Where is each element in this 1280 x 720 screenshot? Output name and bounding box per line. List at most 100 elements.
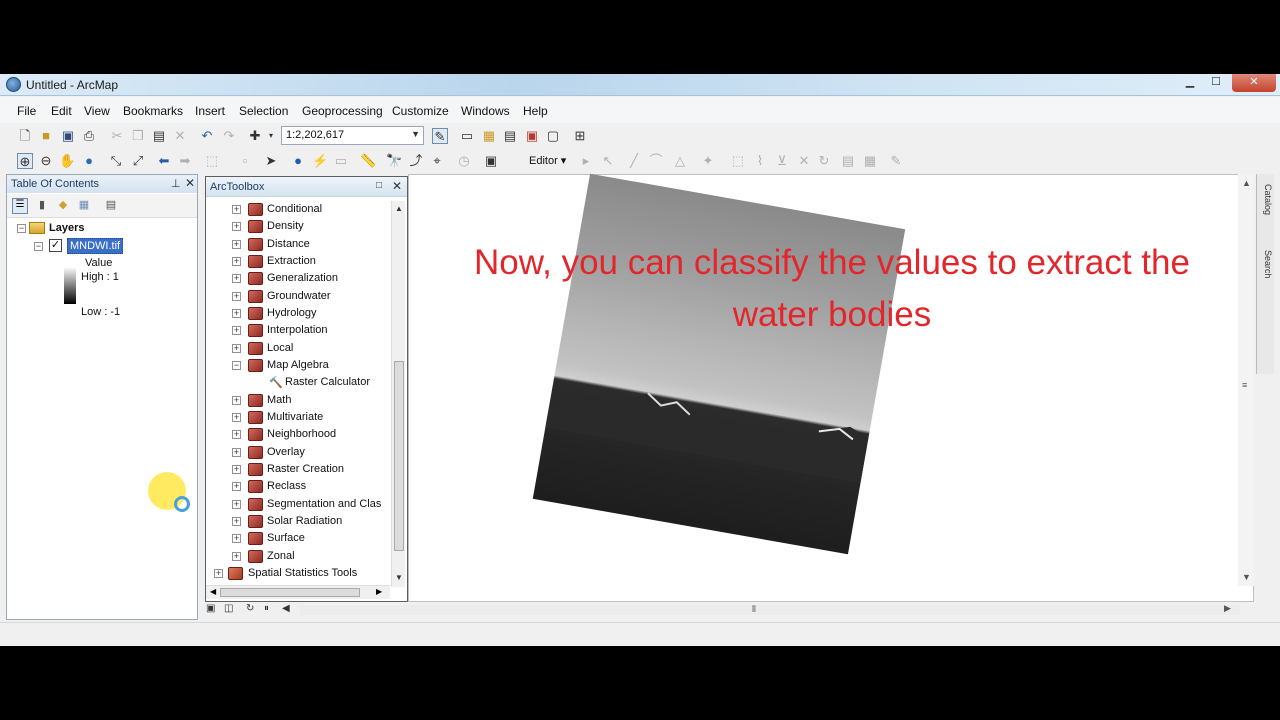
add-data-dropdown-icon[interactable]: ▾ bbox=[263, 128, 279, 144]
select-by-graphics-icon[interactable]: ⬚ bbox=[204, 153, 220, 169]
toolset-item[interactable]: + Surface bbox=[206, 530, 390, 547]
map-display[interactable]: Now, you can classify the values to extr… bbox=[408, 173, 1254, 602]
menu-geoprocessing[interactable]: Geoprocessing bbox=[302, 104, 383, 118]
expand-icon[interactable]: + bbox=[232, 500, 241, 509]
catalog-icon[interactable]: ▦ bbox=[481, 128, 497, 144]
zoom-in-icon[interactable]: ⊕ bbox=[17, 153, 33, 169]
map-vertical-scrollbar[interactable]: ▲ ≡ ▼ bbox=[1238, 174, 1254, 586]
expand-icon[interactable]: + bbox=[232, 448, 241, 457]
menu-view[interactable]: View bbox=[84, 104, 110, 118]
expand-icon[interactable]: + bbox=[232, 396, 241, 405]
menu-edit[interactable]: Edit bbox=[51, 104, 72, 118]
find-route-icon[interactable]: ⤴ bbox=[408, 153, 424, 169]
toolset-item[interactable]: + Density bbox=[206, 218, 390, 235]
data-view-icon[interactable]: ▣ bbox=[206, 603, 215, 614]
cut-icon[interactable]: ✂ bbox=[109, 128, 125, 144]
edit-tool-icon[interactable]: ▸ bbox=[578, 153, 594, 169]
expand-icon[interactable]: + bbox=[214, 569, 223, 578]
create-viewer-window-icon[interactable]: ▣ bbox=[483, 153, 499, 169]
menu-insert[interactable]: Insert bbox=[195, 104, 225, 118]
expand-icon[interactable]: + bbox=[232, 274, 241, 283]
cut-polygons-icon[interactable]: ⊻ bbox=[774, 153, 790, 169]
find-icon[interactable]: 🔭 bbox=[386, 153, 402, 169]
scrollbar-thumb[interactable] bbox=[220, 588, 360, 597]
tool-raster-calculator[interactable]: 🔨 Raster Calculator bbox=[206, 374, 390, 391]
menu-file[interactable]: File bbox=[17, 104, 36, 118]
layer-visibility-checkbox[interactable]: ✓ bbox=[49, 239, 62, 252]
close-button[interactable]: ✕ bbox=[1232, 74, 1276, 92]
expand-icon[interactable]: + bbox=[232, 482, 241, 491]
collapse-layers-icon[interactable]: − bbox=[17, 224, 26, 233]
print-icon[interactable]: ⎙ bbox=[81, 128, 97, 144]
python-window-icon[interactable]: ▢ bbox=[545, 128, 561, 144]
scroll-right-icon[interactable]: ▶ bbox=[1224, 603, 1231, 614]
time-slider-icon[interactable]: ◷ bbox=[456, 153, 472, 169]
expand-icon[interactable]: + bbox=[232, 257, 241, 266]
select-elements-icon[interactable]: ➤ bbox=[263, 153, 279, 169]
toolset-item[interactable]: + Raster Creation bbox=[206, 461, 390, 478]
maximize-icon[interactable]: □ bbox=[376, 180, 382, 191]
expand-icon[interactable]: + bbox=[232, 344, 241, 353]
table-of-contents-icon[interactable]: ▭ bbox=[459, 128, 475, 144]
expand-icon[interactable]: + bbox=[232, 430, 241, 439]
create-features-icon[interactable]: ✎ bbox=[888, 153, 904, 169]
toolset-item[interactable]: + Overlay bbox=[206, 444, 390, 461]
scroll-down-icon[interactable]: ▼ bbox=[1242, 572, 1251, 582]
toolset-item[interactable]: + Reclass bbox=[206, 478, 390, 495]
collapse-icon[interactable]: − bbox=[232, 361, 241, 370]
expand-icon[interactable]: + bbox=[232, 222, 241, 231]
scroll-left-icon[interactable]: ◀ bbox=[282, 603, 290, 614]
menu-selection[interactable]: Selection bbox=[239, 104, 288, 118]
toolbox-horizontal-scrollbar[interactable]: ◀ ▶ bbox=[206, 585, 390, 599]
scroll-right-icon[interactable]: ▶ bbox=[376, 587, 382, 596]
close-icon[interactable]: ✕ bbox=[185, 176, 195, 190]
expand-icon[interactable]: + bbox=[232, 326, 241, 335]
toolset-item[interactable]: + Solar Radiation bbox=[206, 513, 390, 530]
point-icon[interactable]: ✦ bbox=[700, 153, 716, 169]
fixed-zoom-in-icon[interactable]: ⤡ bbox=[108, 153, 124, 169]
forward-extent-icon[interactable]: ➡ bbox=[177, 153, 193, 169]
attributes-icon[interactable]: ▤ bbox=[840, 153, 856, 169]
menu-help[interactable]: Help bbox=[523, 104, 548, 118]
redo-icon[interactable]: ↷ bbox=[221, 128, 237, 144]
sketch-properties-icon[interactable]: ▦ bbox=[862, 153, 878, 169]
pin-icon[interactable]: ⊥ bbox=[171, 177, 181, 190]
toolset-item[interactable]: + Neighborhood bbox=[206, 426, 390, 443]
scroll-up-icon[interactable]: ▲ bbox=[395, 204, 403, 213]
edit-vertices-icon[interactable]: ⬚ bbox=[730, 153, 746, 169]
scrollbar-grip-icon[interactable]: ⦀ bbox=[752, 604, 756, 615]
scrollbar-thumb[interactable] bbox=[394, 361, 404, 551]
straight-segment-icon[interactable]: ╱ bbox=[626, 153, 642, 169]
search-tab[interactable]: Search bbox=[1259, 250, 1273, 279]
rotate-icon[interactable]: ↻ bbox=[816, 153, 832, 169]
hyperlink-icon[interactable]: ⚡ bbox=[312, 153, 328, 169]
menu-customize[interactable]: Customize bbox=[392, 104, 449, 118]
list-by-source-icon[interactable]: ▮ bbox=[34, 198, 50, 214]
delete-icon[interactable]: ✕ bbox=[172, 128, 188, 144]
clear-selection-icon[interactable]: ▫ bbox=[237, 153, 253, 169]
toolset-item[interactable]: + Multivariate bbox=[206, 409, 390, 426]
paste-icon[interactable]: ▤ bbox=[151, 128, 167, 144]
map-scale-box[interactable]: 1:2,202,617 ▼ bbox=[281, 126, 424, 145]
scroll-up-icon[interactable]: ▲ bbox=[1242, 178, 1251, 188]
scroll-down-icon[interactable]: ▼ bbox=[395, 573, 403, 582]
identify-icon[interactable]: ● bbox=[290, 153, 306, 169]
toolset-item-map-algebra[interactable]: − Map Algebra bbox=[206, 357, 390, 374]
reshape-icon[interactable]: ⌇ bbox=[752, 153, 768, 169]
toolset-item[interactable]: + Interpolation bbox=[206, 322, 390, 339]
search-window-icon[interactable]: ▤ bbox=[502, 128, 518, 144]
add-data-icon[interactable]: ✚ bbox=[247, 128, 263, 144]
toolset-item[interactable]: + Distance bbox=[206, 236, 390, 253]
editor-toolbar-icon[interactable]: ✎ bbox=[432, 128, 448, 144]
map-horizontal-scrollbar[interactable]: ⦀ ▶ bbox=[300, 603, 1240, 615]
pan-icon[interactable]: ✋ bbox=[59, 153, 75, 169]
expand-icon[interactable]: + bbox=[232, 292, 241, 301]
toolset-item[interactable]: + Conditional bbox=[206, 201, 390, 218]
toolset-item[interactable]: + Segmentation and Clas bbox=[206, 496, 390, 513]
toolset-item[interactable]: + Local bbox=[206, 340, 390, 357]
scroll-left-icon[interactable]: ◀ bbox=[210, 587, 216, 596]
open-folder-icon[interactable]: ■ bbox=[38, 128, 54, 144]
scrollbar-grip-icon[interactable]: ≡ bbox=[1242, 380, 1247, 390]
layer-name[interactable]: MNDWI.tif bbox=[67, 238, 124, 254]
undo-icon[interactable]: ↶ bbox=[199, 128, 215, 144]
